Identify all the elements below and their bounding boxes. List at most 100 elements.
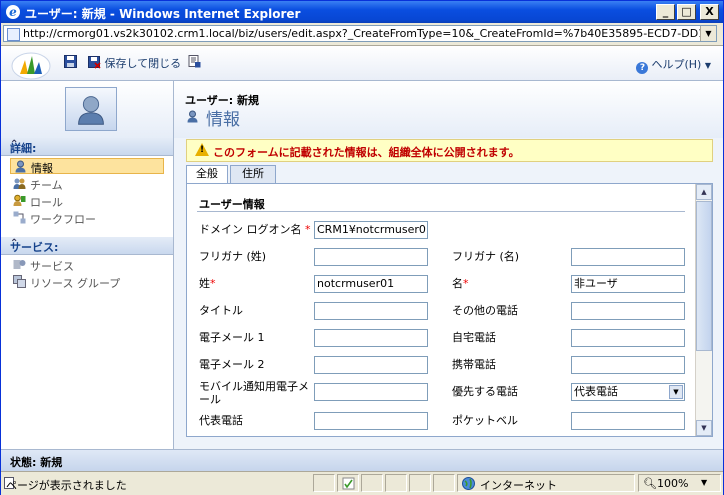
nav-header — [1, 81, 173, 139]
preferred-phone-label: 優先する電話 — [452, 385, 518, 398]
address-bar: http://crmorg01.vs2k30102.crm1.local/biz… — [1, 23, 723, 46]
email1-input[interactable] — [314, 329, 428, 347]
zone-label: インターネット — [480, 479, 557, 492]
furigana-last-input[interactable] — [314, 248, 428, 266]
chevron-down-icon[interactable]: ▼ — [701, 478, 707, 487]
address-url: http://crmorg01.vs2k30102.crm1.local/biz… — [23, 27, 703, 40]
status-cell — [337, 474, 359, 492]
email2-label: 電子メール 2 — [199, 358, 265, 371]
notice-text: このフォームに記載された情報は、組織全体に公開されます。 — [213, 146, 520, 159]
mobile-phone-input[interactable] — [571, 356, 685, 374]
section-title: ユーザー情報 — [199, 198, 265, 211]
domain-logon-label: ドメイン ログオン名 * — [199, 223, 311, 236]
required-marker: * — [463, 277, 469, 290]
status-cell — [385, 474, 407, 492]
nav-item-workflow[interactable]: ワークフロー — [10, 210, 164, 226]
last-name-input[interactable]: notcrmuser01 — [314, 275, 428, 293]
chevron-down-icon: ▼ — [704, 61, 711, 70]
address-dropdown-icon[interactable]: ▼ — [700, 26, 716, 41]
last-name-label-text: 姓 — [199, 277, 210, 290]
main-phone-input[interactable] — [314, 412, 428, 430]
scroll-up-icon[interactable]: ▲ — [696, 184, 712, 200]
pager-input[interactable] — [571, 412, 685, 430]
form-area: ! このフォームに記載された情報は、組織全体に公開されます。 全般 住所 ユーザ… — [174, 138, 723, 449]
status-message: ページが表示されました — [6, 479, 127, 492]
window-title: ユーザー: 新規 - Windows Internet Explorer — [25, 7, 301, 21]
security-zone[interactable]: インターネット — [457, 474, 635, 492]
home-phone-input[interactable] — [571, 329, 685, 347]
collapse-icon[interactable]: ⌃ — [10, 238, 166, 249]
nav-item-role-label: ロール — [30, 196, 63, 209]
address-field[interactable]: http://crmorg01.vs2k30102.crm1.local/biz… — [3, 25, 717, 42]
other-phone-label: その他の電話 — [452, 304, 518, 317]
title-input[interactable] — [314, 302, 428, 320]
form-header: ユーザー: 新規 情報 — [174, 81, 723, 139]
title-label: タイトル — [199, 304, 243, 317]
nav-item-info-label: 情報 — [31, 162, 53, 175]
nav-item-team[interactable]: チーム — [10, 176, 164, 192]
mobile-alert-email-label: モバイル通知用電子メール — [199, 380, 309, 406]
scroll-thumb[interactable] — [696, 201, 712, 351]
form-scrollbar[interactable]: ▲ ▼ — [695, 184, 712, 436]
team-icon — [13, 178, 26, 189]
user-avatar-icon — [65, 87, 117, 131]
furigana-first-label: フリガナ (名) — [452, 250, 520, 263]
zoom-level: 100% — [657, 477, 689, 490]
nav-section-service[interactable]: サービス: ⌃ — [1, 237, 173, 255]
tab-address[interactable]: 住所 — [230, 165, 276, 183]
last-name-label: 姓* — [199, 277, 216, 290]
pager-label: ポケットベル — [452, 414, 518, 427]
privacy-icon — [342, 477, 355, 490]
other-phone-input[interactable] — [571, 302, 685, 320]
first-name-label: 名* — [452, 277, 469, 290]
nav-item-resource-group-label: リソース グループ — [30, 277, 121, 290]
furigana-first-input[interactable] — [571, 248, 685, 266]
preferred-phone-select[interactable]: 代表電話 ▼ — [571, 383, 685, 401]
save-icon — [64, 55, 77, 68]
record-state: 状態: 新規 — [10, 456, 63, 469]
status-cell — [361, 474, 383, 492]
nav-item-info[interactable]: 情報 — [10, 158, 164, 175]
zoom-icon: 🔍︎ — [643, 477, 657, 490]
domain-logon-input[interactable]: CRM1¥notcrmuser01 — [314, 221, 428, 239]
maximize-button[interactable]: □ — [677, 4, 696, 20]
email2-input[interactable] — [314, 356, 428, 374]
status-cell — [409, 474, 431, 492]
status-cell — [313, 474, 335, 492]
scroll-down-icon[interactable]: ▼ — [696, 420, 712, 436]
zoom-control[interactable]: 🔍︎ 100% ▼ — [638, 474, 721, 492]
ie-window: e ユーザー: 新規 - Windows Internet Explorer _… — [0, 0, 724, 495]
warning-icon: ! — [195, 143, 209, 156]
first-name-input[interactable]: 非ユーザ — [571, 275, 685, 293]
command-toolbar: 保存して閉じる ? ヘルプ(H) ▼ — [1, 46, 723, 81]
notice-bar: ! このフォームに記載された情報は、組織全体に公開されます。 — [186, 139, 713, 162]
role-icon — [13, 194, 26, 206]
crm-logo-icon — [11, 52, 51, 80]
tab-general[interactable]: 全般 — [186, 165, 228, 184]
collapse-icon[interactable]: ⌃ — [10, 139, 166, 150]
nav-item-service-label: サービス — [30, 260, 74, 273]
help-icon: ? — [636, 62, 649, 74]
globe-icon — [462, 477, 475, 490]
save-close-icon — [88, 56, 101, 69]
help-menu[interactable]: ? ヘルプ(H) ▼ — [636, 56, 711, 74]
nav-section-details[interactable]: 詳細: ⌃ — [1, 138, 173, 156]
mobile-phone-label: 携帯電話 — [452, 358, 496, 371]
minimize-button[interactable]: _ — [656, 4, 675, 20]
home-phone-label: 自宅電話 — [452, 331, 496, 344]
page-icon — [7, 28, 20, 41]
nav-item-resource-group[interactable]: リソース グループ — [10, 274, 164, 290]
chevron-down-icon[interactable]: ▼ — [669, 385, 683, 399]
close-button[interactable]: X — [700, 4, 719, 20]
help-label: ヘルプ(H) — [651, 58, 702, 71]
print-button[interactable] — [188, 55, 201, 71]
left-nav: 詳細: ⌃ 情報 チーム ロール ワークフロー サービス: ⌃ サービス リソー… — [1, 81, 174, 449]
main-phone-label: 代表電話 — [199, 414, 243, 427]
mobile-alert-email-input[interactable] — [314, 383, 428, 401]
save-button[interactable] — [64, 55, 77, 71]
title-bar: e ユーザー: 新規 - Windows Internet Explorer _… — [1, 1, 723, 23]
nav-item-role[interactable]: ロール — [10, 193, 164, 209]
save-and-close-button[interactable]: 保存して閉じる — [88, 55, 181, 71]
nav-item-service[interactable]: サービス — [10, 257, 164, 273]
save-and-close-label: 保存して閉じる — [104, 57, 182, 70]
